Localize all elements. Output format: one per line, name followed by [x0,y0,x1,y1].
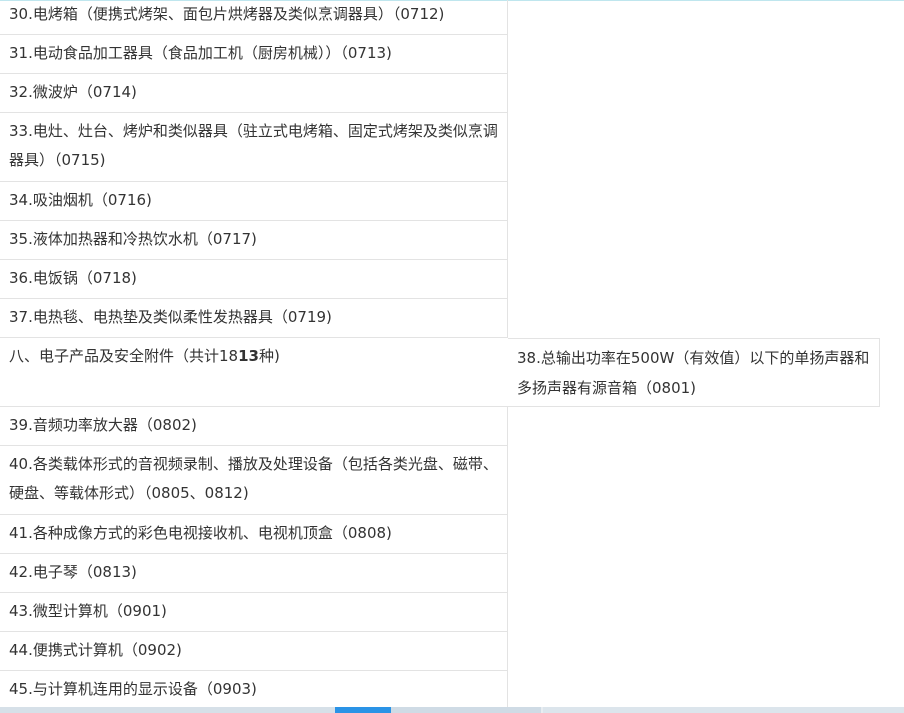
side-cell-text: 38.总输出功率在500W（有效值）以下的单扬声器和多扬声器有源音箱（0801) [517,349,870,397]
row-text: 33.电灶、灶台、烤炉和类似器具（驻立式电烤箱、固定式烤架及类似烹调器具）（07… [9,122,498,169]
row-text: 40.各类载体形式的音视频录制、播放及处理设备（包括各类光盘、磁带、硬盘、等载体… [9,455,498,502]
row-text: 43.微型计算机（0901) [9,602,167,620]
document-page: 30.电烤箱（便携式烤架、面包片烘烤器及类似烹调器具）（0712) 31.电动食… [0,0,904,713]
table-row-44: 44.便携式计算机（0902) [0,632,508,671]
category-row: 八、电子产品及安全附件（共计1813种) [0,338,508,407]
row-text: 39.音频功率放大器（0802) [9,416,197,434]
row-text: 45.与计算机连用的显示设备（0903) [9,680,257,698]
side-cell-38: 38.总输出功率在500W（有效值）以下的单扬声器和多扬声器有源音箱（0801) [508,338,880,407]
row-text: 34.吸油烟机（0716) [9,191,152,209]
table-row-42: 42.电子琴（0813) [0,554,508,593]
row-text: 42.电子琴（0813) [9,563,137,581]
scrollbar-track-right [543,707,904,713]
row-text: 32.微波炉（0714) [9,83,137,101]
table-row-30: 30.电烤箱（便携式烤架、面包片烘烤器及类似烹调器具）（0712) [0,0,508,35]
table-row-40: 40.各类载体形式的音视频录制、播放及处理设备（包括各类光盘、磁带、硬盘、等载体… [0,446,508,515]
horizontal-scrollbar[interactable] [0,707,904,713]
table-row-43: 43.微型计算机（0901) [0,593,508,632]
table-row-45: 45.与计算机连用的显示设备（0903) [0,671,508,710]
table-row-39: 39.音频功率放大器（0802) [0,407,508,446]
scrollbar-track-left [0,707,335,713]
table-row-34: 34.吸油烟机（0716) [0,182,508,221]
table-row-37: 37.电热毯、电热垫及类似柔性发热器具（0719) [0,299,508,338]
table-row-41: 41.各种成像方式的彩色电视接收机、电视机顶盒（0808) [0,515,508,554]
table-row-31: 31.电动食品加工器具（食品加工机（厨房机械））（0713) [0,35,508,74]
row-text: 36.电饭锅（0718) [9,269,137,287]
row-text: 35.液体加热器和冷热饮水机（0717) [9,230,257,248]
scrollbar-thumb[interactable] [335,707,391,713]
scrollbar-track-mid [391,707,541,713]
row-text: 37.电热毯、电热垫及类似柔性发热器具（0719) [9,308,332,326]
row-text: 31.电动食品加工器具（食品加工机（厨房机械））（0713) [9,44,392,62]
row-text: 41.各种成像方式的彩色电视接收机、电视机顶盒（0808) [9,524,392,542]
table-row-33: 33.电灶、灶台、烤炉和类似器具（驻立式电烤箱、固定式烤架及类似烹调器具）（07… [0,113,508,182]
category-count-bold: 13 [238,347,259,365]
row-text: 30.电烤箱（便携式烤架、面包片烘烤器及类似烹调器具）（0712) [9,5,445,23]
category-prefix: 八、电子产品及安全附件（共计18 [9,347,239,365]
table-row-32: 32.微波炉（0714) [0,74,508,113]
category-suffix: 种) [258,347,280,365]
row-text: 44.便携式计算机（0902) [9,641,182,659]
table-row-36: 36.电饭锅（0718) [0,260,508,299]
table-row-35: 35.液体加热器和冷热饮水机（0717) [0,221,508,260]
